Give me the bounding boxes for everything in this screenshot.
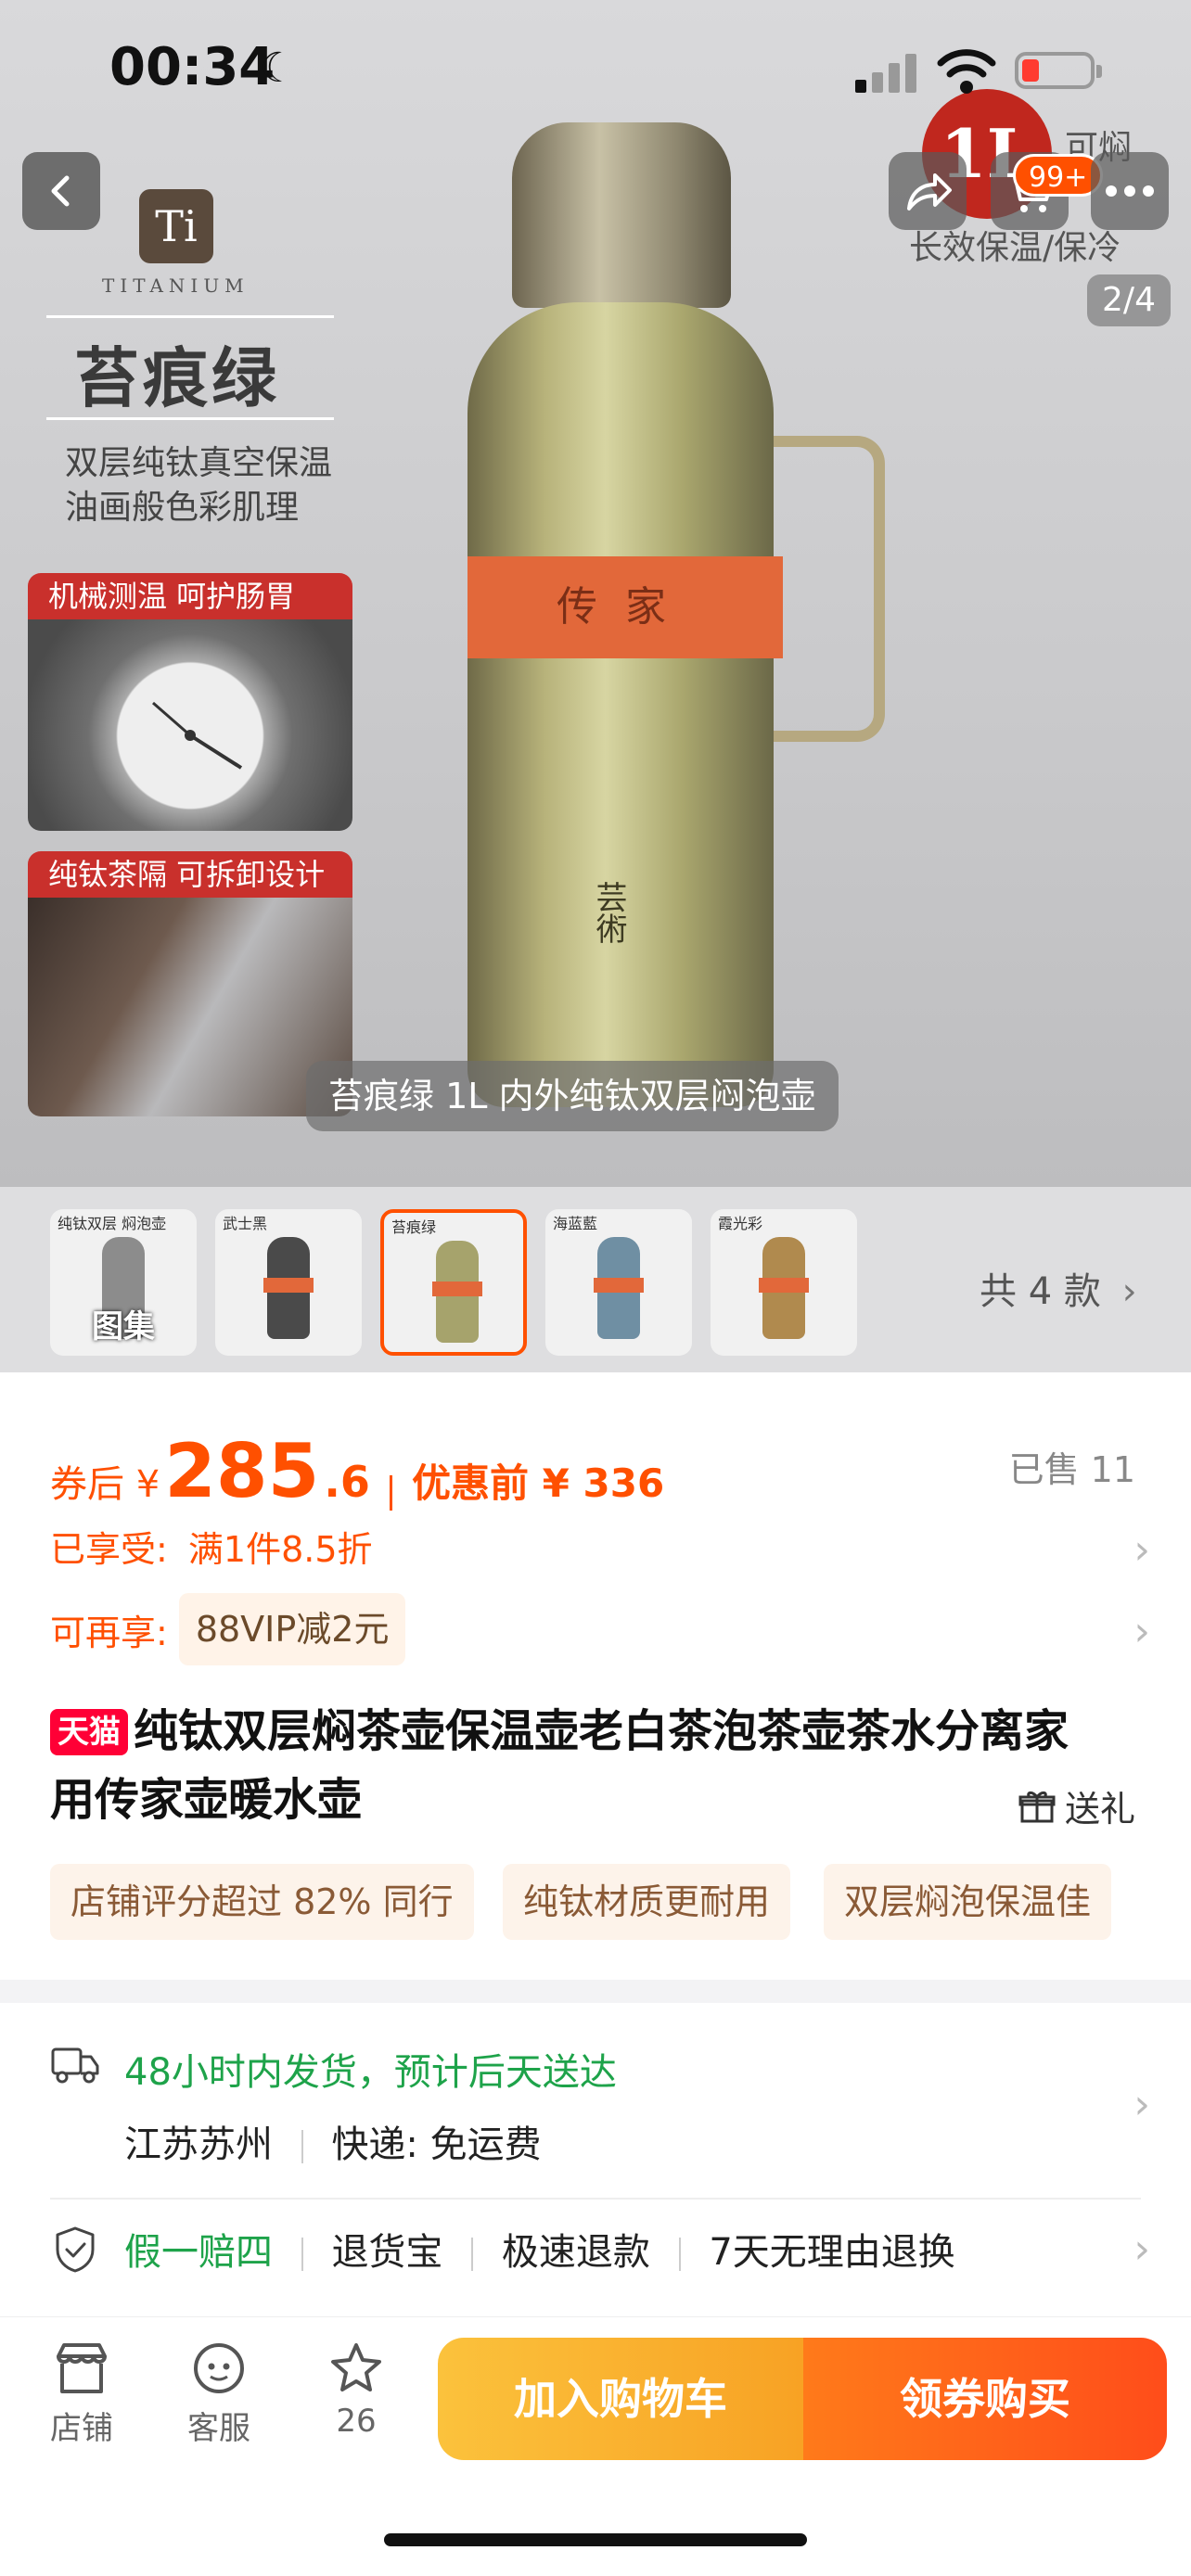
feature-tag: 双层焖泡保温佳	[824, 1864, 1112, 1940]
status-bar: 00:34 ☾	[0, 0, 1191, 139]
share-button[interactable]	[889, 152, 967, 230]
bottle-cap	[512, 122, 731, 308]
guarantees-row: 假一赔四 退货宝 极速退款 7天无理由退换	[124, 2222, 955, 2276]
thumbnail-style[interactable]: 霞光彩	[711, 1209, 857, 1356]
gift-button[interactable]: 送礼	[1018, 1780, 1135, 1831]
signal-icon	[855, 52, 922, 93]
titanium-logo: Ti	[139, 189, 213, 263]
truck-icon	[51, 2047, 99, 2084]
more-icon	[1106, 185, 1154, 197]
gallery-label: 图集	[92, 1308, 155, 1345]
cart-count-badge: 99+	[1013, 154, 1104, 197]
back-button[interactable]	[22, 152, 100, 230]
feature-label: 机械测温 呵护肠胃	[28, 573, 352, 619]
delivery-estimate: 48小时内发货，预计后天送达	[124, 2051, 617, 2094]
thumbnail-gallery[interactable]: 纯钛双层 焖泡壶 图集	[50, 1209, 197, 1356]
feature-card-infuser: 纯钛茶隔 可拆卸设计	[28, 851, 352, 1116]
bottle-body	[467, 302, 774, 1107]
shipping-details: 江苏苏州 快递: 免运费	[124, 2114, 542, 2168]
image-caption: 苔痕绿 1L 内外纯钛双层闷泡壶	[306, 1061, 839, 1131]
chevron-right-icon: ›	[1133, 2081, 1150, 2128]
thermometer-image	[28, 619, 352, 831]
chevron-right-icon: ›	[1133, 2225, 1150, 2273]
titanium-subtitle: TITANIUM	[102, 274, 250, 297]
chevron-left-icon	[51, 175, 70, 207]
price-before-discount: 优惠前 ¥ 336	[412, 1460, 665, 1506]
add-to-cart-button[interactable]: 加入购物车	[438, 2338, 803, 2460]
more-button[interactable]	[1091, 152, 1169, 230]
poster-subtitle: 油画般色彩肌理	[65, 489, 300, 527]
promo-enjoyed[interactable]: 已享受: 满1件8.5折	[50, 1521, 373, 1572]
moon-icon: ☾	[260, 45, 297, 92]
shield-icon	[56, 2226, 95, 2273]
feature-tag: 纯钛材质更耐用	[503, 1864, 791, 1940]
feature-card-thermometer: 机械测温 呵护肠胃	[28, 573, 352, 831]
feature-label: 纯钛茶隔 可拆卸设计	[28, 851, 352, 898]
after-coupon-label: 券后 ¥	[50, 1463, 160, 1506]
share-icon	[907, 173, 952, 210]
home-indicator	[384, 2533, 807, 2546]
star-icon	[331, 2343, 381, 2391]
chevron-right-icon[interactable]: ›	[1133, 1608, 1150, 1655]
guarantee-item: 极速退款	[501, 2231, 650, 2274]
poster-headline: 苔痕绿	[74, 339, 280, 416]
poster-subtitle: 双层纯钛真空保温	[65, 444, 333, 482]
shipping-card[interactable]: 48小时内发货，预计后天送达 江苏苏州 快递: 免运费 › 假一赔四 退货宝 极…	[0, 2003, 1191, 2337]
feature-tag: 店铺评分超过 82% 同行	[50, 1864, 474, 1940]
coupon-buy-button[interactable]: 领券购买	[803, 2338, 1167, 2460]
thumbnail-style[interactable]: 海蓝藍	[545, 1209, 692, 1356]
service-button[interactable]: 客服	[163, 2341, 275, 2448]
status-time: 00:34	[109, 37, 275, 97]
poster-divider	[46, 315, 334, 318]
product-info-card: 券后 ¥ 285 .6 优惠前 ¥ 336 已售 11 已享受: 满1件8.5折…	[0, 1372, 1191, 1980]
bottle-logo: 芸術	[590, 881, 627, 944]
thumbnail-style-selected[interactable]: 苔痕绿	[380, 1209, 527, 1356]
price-row: 券后 ¥ 285 .6 优惠前 ¥ 336	[50, 1428, 664, 1514]
tmall-badge: 天猫	[50, 1709, 128, 1755]
product-title: 天猫 纯钛双层焖茶壶保温壶老白茶泡茶壶茶水分离家用传家壶暖水壶	[50, 1705, 1069, 1826]
chevron-right-icon[interactable]: ›	[1133, 1526, 1150, 1574]
price-decimal: .6	[324, 1457, 370, 1507]
guarantee-item: 退货宝	[331, 2231, 443, 2274]
bottle-band: 传家	[467, 556, 783, 658]
vip-discount-tag: 88VIP减2元	[178, 1593, 406, 1665]
guarantee-item: 7天无理由退换	[709, 2231, 955, 2274]
ship-origin: 江苏苏州	[124, 2123, 273, 2166]
guarantee-main: 假一赔四	[124, 2231, 273, 2274]
store-button[interactable]: 店铺	[26, 2341, 137, 2448]
divider	[50, 2198, 1141, 2200]
image-page-indicator: 2/4	[1087, 274, 1171, 326]
price-separator	[389, 1474, 392, 1511]
poster-divider	[46, 417, 334, 420]
battery-icon	[1015, 52, 1102, 89]
store-icon	[57, 2343, 107, 2393]
infuser-image	[28, 898, 352, 1116]
gift-icon	[1018, 1791, 1056, 1822]
ship-express: 快递: 免运费	[331, 2123, 542, 2166]
wifi-icon	[937, 45, 996, 96]
all-styles-link[interactable]: 共 4 款 ›	[980, 1261, 1137, 1315]
customer-service-icon	[194, 2343, 244, 2393]
price-integer: 285	[164, 1428, 320, 1514]
sold-count: 已售 11	[1008, 1449, 1135, 1490]
thumbnail-style[interactable]: 武士黑	[215, 1209, 362, 1356]
chevron-right-icon: ›	[1121, 1270, 1137, 1313]
favorite-button[interactable]: 26	[301, 2341, 412, 2440]
promo-more[interactable]: 可再享: 88VIP减2元	[50, 1593, 406, 1665]
